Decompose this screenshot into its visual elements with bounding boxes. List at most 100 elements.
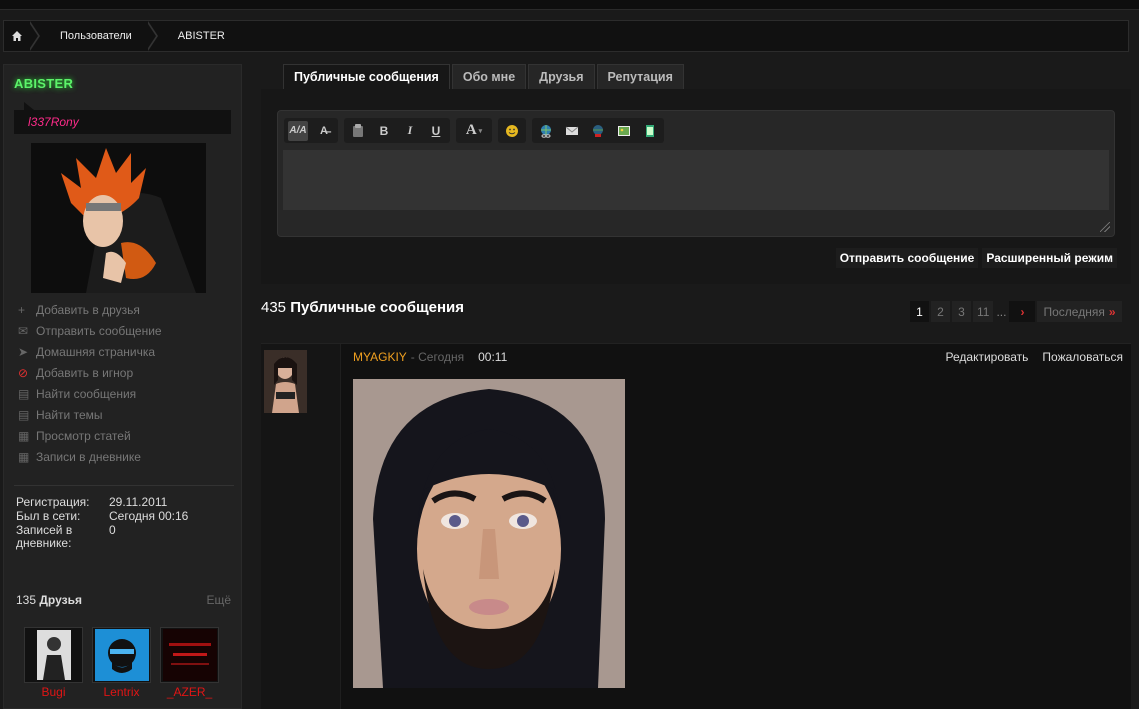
toolbar-group-smilies (498, 118, 526, 143)
public-message: MYAGKIY - Сегодня 00:11 Редактировать По… (261, 343, 1131, 709)
profile-usertitle: l337Rony (14, 102, 231, 134)
underline-icon[interactable]: U (426, 121, 446, 141)
message-controls: Редактировать Пожаловаться (946, 350, 1123, 364)
message-image (353, 379, 625, 688)
article-icon: ▦ (18, 428, 30, 443)
stat-diary-entries: Записей в дневнике: 0 (16, 523, 116, 550)
video-icon[interactable] (640, 121, 660, 141)
find-threads-link[interactable]: ▤ Найти темы (18, 404, 162, 425)
sidebar-divider (14, 577, 234, 578)
stat-registration: Регистрация: 29.11.2011 (16, 495, 168, 509)
message-author-avatar[interactable] (264, 350, 307, 413)
send-message-link[interactable]: ✉ Отправить сообщение (18, 320, 162, 341)
breadcrumb-current: ABISTER (177, 30, 225, 42)
toggle-wysiwyg-icon[interactable]: A/A (288, 120, 308, 141)
tab-friends[interactable]: Друзья (528, 64, 595, 89)
friend-name: Lentrix (103, 685, 140, 699)
image-icon[interactable] (614, 121, 634, 141)
paste-icon[interactable] (348, 121, 368, 141)
profile-tabs: Публичные сообщения Обо мне Друзья Репут… (283, 64, 684, 89)
friend-item[interactable]: Bugi (24, 627, 83, 699)
breadcrumb: Пользователи ABISTER (3, 20, 1129, 52)
threads-icon: ▤ (18, 407, 30, 422)
message-editor: A/A A̶ B I U A ▾ (277, 110, 1115, 237)
toolbar-group-color: A ▾ (456, 118, 492, 143)
resize-grip-icon[interactable] (1100, 222, 1110, 232)
remove-format-icon[interactable]: A̶ (314, 121, 334, 141)
message-textarea[interactable] (283, 150, 1109, 210)
messages-title: Публичные сообщения (290, 299, 465, 316)
plus-icon: + (18, 302, 26, 317)
page-3[interactable]: 3 (952, 301, 971, 322)
friends-header: 135 Друзья Ещё (16, 593, 231, 607)
tab-reputation[interactable]: Репутация (596, 64, 684, 89)
messages-count: 435 (261, 299, 287, 316)
add-ignore-link[interactable]: ⊘ Добавить в игнор (18, 362, 162, 383)
message-date: - Сегодня (410, 350, 465, 364)
italic-icon[interactable]: I (400, 121, 420, 141)
next-page-icon[interactable]: › (1009, 301, 1036, 322)
friend-name: _AZER_ (166, 685, 213, 699)
send-message-button[interactable]: Отправить сообщение (835, 248, 979, 268)
edit-message-link[interactable]: Редактировать (946, 350, 1029, 364)
diary-entries-link[interactable]: ▦ Записи в дневнике (18, 446, 162, 467)
font-color-icon[interactable]: A ▾ (460, 121, 488, 141)
message-author-column (261, 344, 341, 709)
profile-username: ABISTER (14, 76, 74, 91)
message-time: 00:11 (478, 350, 508, 364)
sidebar-divider (14, 485, 234, 486)
pagination: 1 2 3 11 ... › Последняя» (910, 301, 1122, 322)
tab-about-me[interactable]: Обо мне (451, 64, 527, 89)
friend-avatar (24, 627, 83, 683)
bold-icon[interactable]: B (374, 121, 394, 141)
message-header: MYAGKIY - Сегодня 00:11 (353, 350, 507, 364)
block-icon: ⊘ (18, 365, 29, 380)
friend-name: Bugi (41, 685, 66, 699)
breadcrumb-users[interactable]: Пользователи (40, 21, 148, 51)
page-11[interactable]: 11 (973, 301, 994, 322)
envelope-icon: ✉ (18, 323, 29, 338)
messages-heading: 435 Публичные сообщения (261, 299, 464, 316)
report-message-link[interactable]: Пожаловаться (1042, 350, 1123, 364)
unlink-icon[interactable] (588, 121, 608, 141)
last-page-button[interactable]: Последняя» (1037, 301, 1122, 322)
double-chevron-icon: » (1108, 304, 1116, 319)
toolbar-group-paste: B I U (344, 118, 450, 143)
breadcrumb-separator (145, 21, 158, 51)
message-editor-panel: A/A A̶ B I U A ▾ Отправить сообщение Рас… (261, 89, 1131, 284)
advanced-mode-button[interactable]: Расширенный режим (982, 248, 1117, 268)
smiley-icon[interactable] (502, 121, 522, 141)
home-icon[interactable] (4, 21, 30, 51)
friends-count: 135 (16, 593, 37, 607)
pagination-ellipsis: ... (996, 304, 1007, 319)
profile-actions: + Добавить в друзья ✉ Отправить сообщение … (18, 299, 162, 467)
profile-sidebar: ABISTER l337Rony + Добавить в друзья ✉ Отп… (3, 64, 242, 709)
friend-item[interactable]: _AZER_ (160, 627, 219, 699)
friends-list: Bugi Lentrix _AZER_ (24, 627, 219, 699)
posts-icon: ▤ (18, 386, 30, 401)
top-bar (0, 0, 1139, 10)
link-icon[interactable] (536, 121, 556, 141)
profile-avatar (31, 143, 206, 293)
page-1[interactable]: 1 (910, 301, 929, 322)
email-icon[interactable] (562, 121, 582, 141)
message-author-name[interactable]: MYAGKIY (353, 350, 407, 364)
tab-public-messages[interactable]: Публичные сообщения (283, 64, 450, 89)
add-friend-link[interactable]: + Добавить в друзья (18, 299, 162, 320)
toolbar-group-format: A/A A̶ (284, 118, 338, 143)
breadcrumb-separator (28, 21, 40, 51)
find-posts-link[interactable]: ▤ Найти сообщения (18, 383, 162, 404)
homepage-link[interactable]: ➤ Домашняя страничка (18, 341, 162, 362)
stat-last-online: Был в сети: Сегодня 00:16 (16, 509, 189, 523)
view-articles-link[interactable]: ▦ Просмотр статей (18, 425, 162, 446)
friends-more-link[interactable]: Ещё (206, 593, 231, 607)
page-2[interactable]: 2 (931, 301, 950, 322)
friend-avatar (92, 627, 151, 683)
friend-item[interactable]: Lentrix (92, 627, 151, 699)
friend-avatar (160, 627, 219, 683)
toolbar-group-insert (532, 118, 664, 143)
diary-icon: ▦ (18, 449, 30, 464)
cursor-icon: ➤ (18, 344, 29, 359)
profile-main: Публичные сообщения Обо мне Друзья Репут… (253, 56, 1139, 709)
editor-toolbar: A/A A̶ B I U A ▾ (284, 118, 664, 143)
